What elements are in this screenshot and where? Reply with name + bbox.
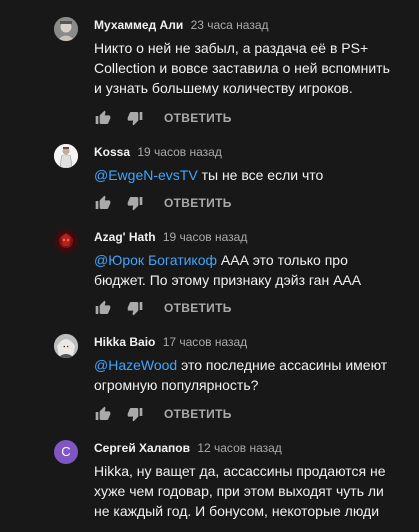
comment-text: @EwgeN-evsTV ты не все если что (94, 167, 324, 183)
avatar[interactable]: С (54, 440, 78, 464)
dislike-icon[interactable] (126, 109, 144, 127)
like-icon[interactable] (94, 109, 112, 127)
comment-text: Hikka, ну ващет да, ассассины продаются … (94, 463, 386, 519)
comment-author[interactable]: Kossa (94, 145, 130, 159)
reply-button[interactable]: ОТВЕТИТЬ (164, 196, 232, 210)
comment-actions: ОТВЕТИТЬ (94, 404, 232, 424)
comment-actions: ОТВЕТИТЬ (94, 193, 232, 213)
comment-author[interactable]: Azag' Hath (94, 230, 156, 244)
mention-link[interactable]: @EwgeN-evsTV (94, 167, 198, 183)
avatar[interactable] (54, 334, 78, 358)
comment-time[interactable]: 19 часов назад (163, 230, 247, 244)
comment-header: Сергей Халапов 12 часов назад (94, 440, 282, 456)
avatar[interactable] (54, 17, 78, 41)
avatar[interactable] (54, 229, 78, 253)
comment-text: Никто о ней не забыл, а раздача её в PS+… (94, 40, 390, 96)
dislike-icon[interactable] (126, 194, 144, 212)
comment-author[interactable]: Сергей Халапов (94, 441, 190, 455)
reply-button[interactable]: ОТВЕТИТЬ (164, 301, 232, 315)
comment-header: Kossa 19 часов назад (94, 144, 222, 160)
mention-link[interactable]: @Юрок Богатикоф (94, 252, 217, 268)
mention-link[interactable]: @HazeWood (94, 357, 177, 373)
comment-text: @HazeWood это последние ассасины имеют о… (94, 357, 388, 393)
comment-time[interactable]: 19 часов назад (137, 145, 221, 159)
like-icon[interactable] (94, 299, 112, 317)
reply-button[interactable]: ОТВЕТИТЬ (164, 407, 232, 421)
comment-time[interactable]: 23 часа назад (191, 18, 269, 32)
like-icon[interactable] (94, 194, 112, 212)
comment-text: @Юрок Богатикоф ААА это только про бюдже… (94, 252, 362, 288)
avatar-letter: С (61, 444, 71, 459)
reply-button[interactable]: ОТВЕТИТЬ (164, 111, 232, 125)
comment-header: Мухаммед Али 23 часа назад (94, 17, 269, 33)
dislike-icon[interactable] (126, 299, 144, 317)
avatar[interactable] (54, 144, 78, 168)
comment-header: Hikka Baio 17 часов назад (94, 334, 247, 350)
like-icon[interactable] (94, 405, 112, 423)
comment-author[interactable]: Мухаммед Али (94, 18, 183, 32)
comment-time[interactable]: 17 часов назад (163, 335, 247, 349)
comment-author[interactable]: Hikka Baio (94, 335, 155, 349)
comment-time[interactable]: 12 часов назад (197, 441, 281, 455)
dislike-icon[interactable] (126, 405, 144, 423)
comment-actions: ОТВЕТИТЬ (94, 298, 232, 318)
comment-header: Azag' Hath 19 часов назад (94, 229, 247, 245)
comment-actions: ОТВЕТИТЬ (94, 108, 232, 128)
